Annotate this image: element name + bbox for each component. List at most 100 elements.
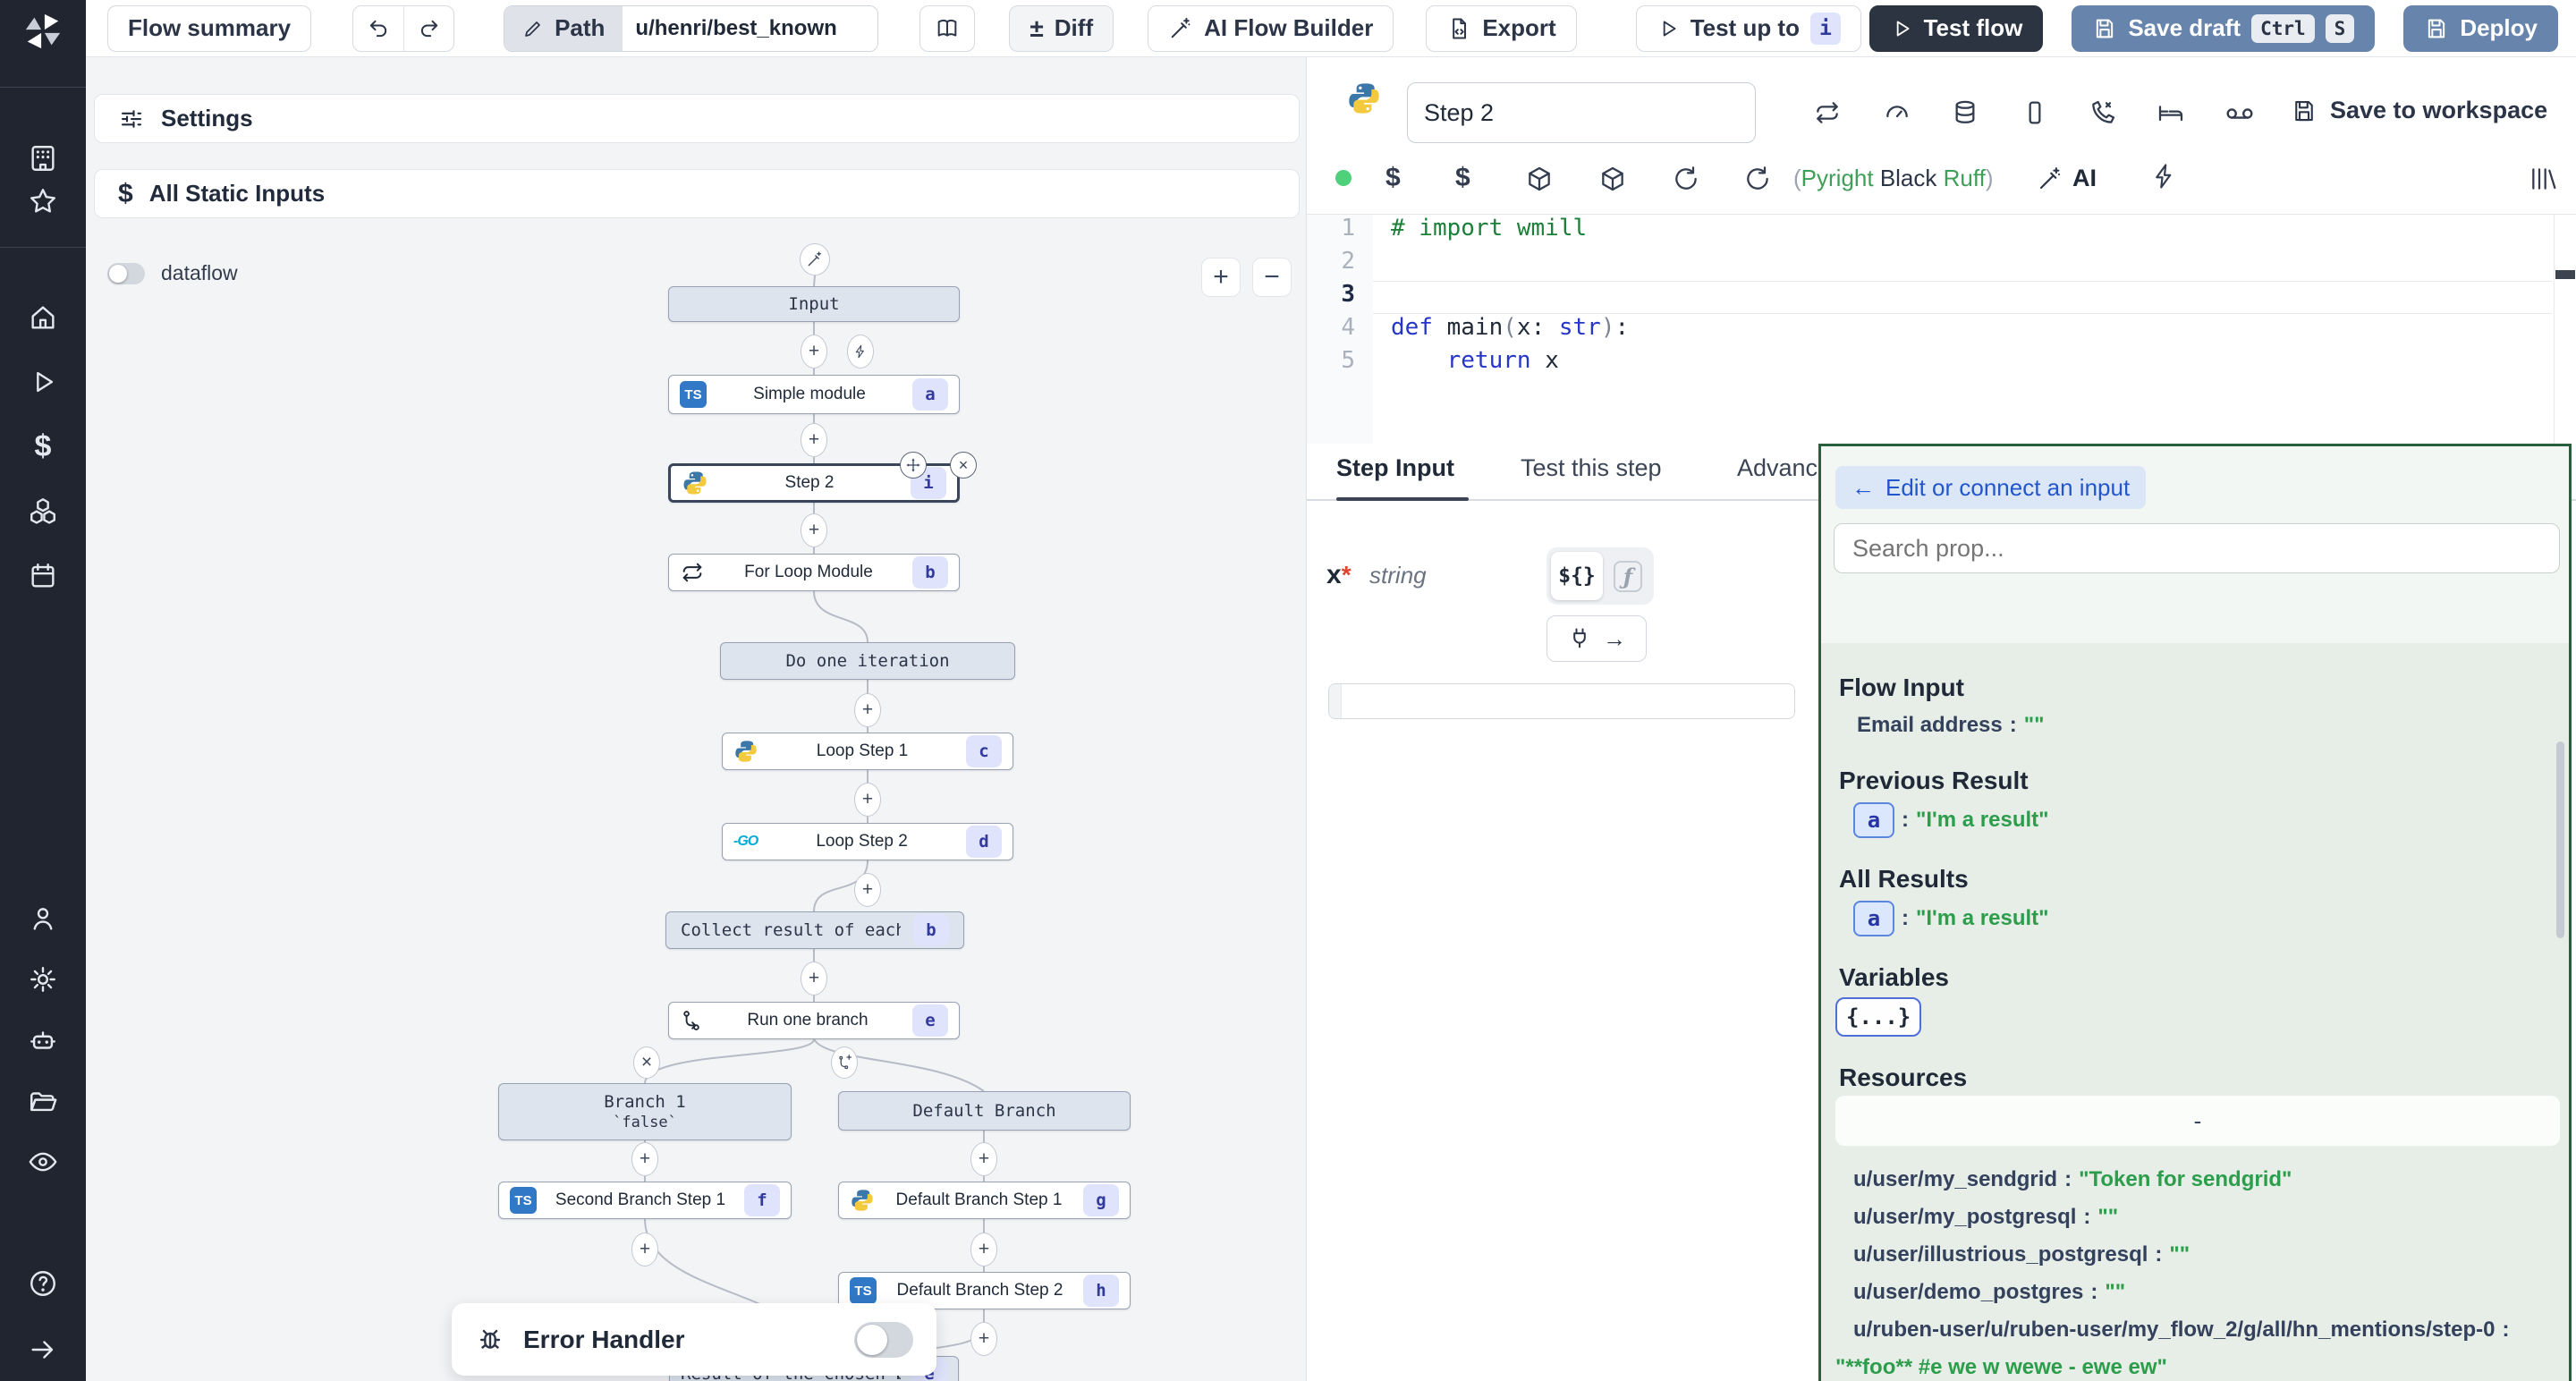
search-prop-input[interactable]: [1834, 523, 2560, 573]
add-step-button[interactable]: +: [801, 423, 827, 457]
windmill-logo-icon[interactable]: [22, 11, 64, 52]
path-input[interactable]: [623, 6, 877, 51]
code-line[interactable]: def main(x: str):: [1373, 314, 2552, 347]
redo-button[interactable]: [403, 6, 453, 51]
node-simple-module[interactable]: TS Simple module a: [668, 375, 960, 414]
node-default-branch[interactable]: Default Branch: [838, 1091, 1131, 1131]
node-for-loop[interactable]: For Loop Module b: [668, 554, 960, 591]
code-line[interactable]: [1373, 248, 2552, 281]
resource-row-value[interactable]: "**foo** #e we w wewe - ewe ew": [1835, 1355, 2167, 1380]
test-flow-button[interactable]: Test flow: [1869, 5, 2044, 52]
sidebar-item-schedules-calendar-icon[interactable]: [28, 561, 58, 591]
save-draft-button[interactable]: Save draft Ctrl S: [2072, 5, 2375, 52]
add-step-button[interactable]: +: [854, 783, 881, 817]
package-icon[interactable]: [1598, 165, 1627, 193]
node-delete-button[interactable]: ×: [950, 452, 977, 479]
resource-row[interactable]: u/user/demo_postgres:"": [1853, 1280, 2125, 1305]
node-default-branch-step-1[interactable]: Default Branch Step 1 g: [838, 1182, 1131, 1219]
connect-panel-scrollbar[interactable]: [2556, 741, 2564, 938]
sleep-icon[interactable]: [2157, 98, 2185, 127]
add-step-button[interactable]: +: [631, 1142, 658, 1176]
node-run-one-branch[interactable]: Run one branch e: [668, 1002, 960, 1039]
remove-branch-button[interactable]: ×: [633, 1046, 660, 1079]
node-loop-step-1[interactable]: Loop Step 1 c: [722, 733, 1013, 770]
variables-row[interactable]: {...}: [1835, 997, 1921, 1037]
node-move-handle[interactable]: [900, 452, 927, 479]
node-flow-input[interactable]: Input: [668, 286, 960, 322]
sidebar-item-audit-eye-icon[interactable]: [28, 1147, 58, 1177]
add-step-button[interactable]: +: [854, 873, 881, 907]
edit-or-connect-back-button[interactable]: ← Edit or connect an input: [1835, 466, 2146, 509]
sidebar-item-settings-gear-icon[interactable]: [28, 964, 58, 995]
add-step-button[interactable]: +: [970, 1142, 997, 1176]
zoom-in-button[interactable]: +: [1201, 258, 1241, 297]
add-step-button[interactable]: +: [801, 335, 827, 369]
resource-row[interactable]: u/ruben-user/u/ruben-user/my_flow_2/g/al…: [1853, 1317, 2516, 1343]
export-button[interactable]: Export: [1426, 5, 1576, 52]
tab-step-input[interactable]: Step Input: [1336, 454, 1454, 482]
add-step-button[interactable]: +: [854, 693, 881, 727]
add-step-button[interactable]: +: [970, 1322, 997, 1356]
refresh-icon[interactable]: [1672, 165, 1700, 193]
javascript-mode-button[interactable]: ƒ: [1606, 552, 1649, 600]
add-step-button[interactable]: +: [801, 513, 827, 547]
step-name-input[interactable]: [1407, 82, 1756, 143]
flow-summary-button[interactable]: Flow summary: [107, 5, 311, 52]
cache-database-icon[interactable]: [1951, 98, 1979, 127]
resource-row[interactable]: u/user/my_postgresql:"": [1853, 1205, 2118, 1230]
code-line[interactable]: # import wmill: [1373, 215, 2552, 248]
resource-row[interactable]: u/user/my_sendgrid:"Token for sendgrid": [1853, 1167, 2292, 1192]
mock-voicemail-icon[interactable]: [2224, 98, 2255, 129]
sidebar-item-runs-play-icon[interactable]: [28, 367, 58, 397]
step-id-badge[interactable]: a: [1853, 901, 1894, 936]
error-handler-toggle[interactable]: [854, 1322, 913, 1358]
add-branch-button[interactable]: [831, 1046, 858, 1079]
all-results-row[interactable]: a:"I'm a result": [1853, 901, 2049, 936]
diff-button[interactable]: ±Diff: [1009, 5, 1114, 52]
step-id-badge[interactable]: a: [1853, 802, 1894, 838]
sidebar-item-favorites-star-icon[interactable]: [28, 186, 58, 216]
library-icon[interactable]: [2529, 165, 2557, 193]
code-editor[interactable]: # import wmill def main(x: str): return x: [1373, 215, 2552, 444]
save-to-workspace-button[interactable]: Save to workspace: [2291, 97, 2547, 124]
zoom-out-button[interactable]: −: [1252, 258, 1292, 297]
refresh-icon[interactable]: [1743, 165, 1772, 193]
bolt-icon[interactable]: [2151, 163, 2178, 190]
flow-input-row[interactable]: Email address:"": [1857, 713, 2045, 738]
early-stop-gauge-icon[interactable]: [1883, 98, 1911, 127]
deploy-button[interactable]: Deploy: [2403, 5, 2558, 52]
undo-button[interactable]: [353, 6, 403, 51]
retry-icon[interactable]: [1813, 98, 1842, 127]
sidebar-item-help-icon[interactable]: [28, 1268, 58, 1299]
variables-dollar-icon[interactable]: $: [1455, 163, 1470, 193]
code-overview-ruler[interactable]: [2554, 215, 2576, 444]
sidebar-item-variables-dollar-icon[interactable]: $: [35, 429, 52, 464]
suspend-phone-icon[interactable]: [2089, 98, 2117, 127]
graph-ai-wand-button[interactable]: [800, 243, 830, 275]
sidebar-item-user-icon[interactable]: [28, 903, 58, 934]
previous-result-row[interactable]: a:"I'm a result": [1853, 802, 2049, 838]
node-collect-result[interactable]: Collect result of each iteration b: [665, 911, 964, 949]
add-step-button[interactable]: +: [801, 962, 827, 996]
sidebar-item-folders-icon[interactable]: [28, 1086, 58, 1116]
sidebar-collapse-arrow-icon[interactable]: [28, 1334, 58, 1365]
ai-gen-button[interactable]: AI: [2037, 165, 2097, 192]
code-line[interactable]: return x: [1373, 347, 2552, 380]
path-label-segment[interactable]: Path: [504, 6, 623, 51]
template-mode-button[interactable]: ${}: [1551, 552, 1603, 600]
sidebar-item-workspace[interactable]: [28, 143, 58, 174]
node-branch-1[interactable]: Branch 1 `false`: [498, 1083, 792, 1140]
sidebar-item-home-icon[interactable]: [28, 302, 58, 333]
node-do-one-iteration[interactable]: Do one iteration: [720, 642, 1015, 680]
code-line[interactable]: [1373, 281, 2552, 314]
tab-test-this-step[interactable]: Test this step: [1521, 454, 1662, 482]
ai-flow-builder-button[interactable]: AI Flow Builder: [1148, 5, 1394, 52]
concurrency-square-icon[interactable]: [2021, 98, 2049, 127]
package-icon[interactable]: [1525, 165, 1554, 193]
connect-input-button[interactable]: →: [1546, 615, 1647, 662]
resource-row[interactable]: u/user/illustrious_postgresql:"": [1853, 1242, 2190, 1267]
add-step-button[interactable]: +: [631, 1233, 658, 1267]
node-second-branch-step-1[interactable]: TS Second Branch Step 1 f: [498, 1182, 792, 1219]
arg-value-input[interactable]: [1328, 683, 1795, 719]
node-loop-step-2[interactable]: -GO Loop Step 2 d: [722, 823, 1013, 860]
